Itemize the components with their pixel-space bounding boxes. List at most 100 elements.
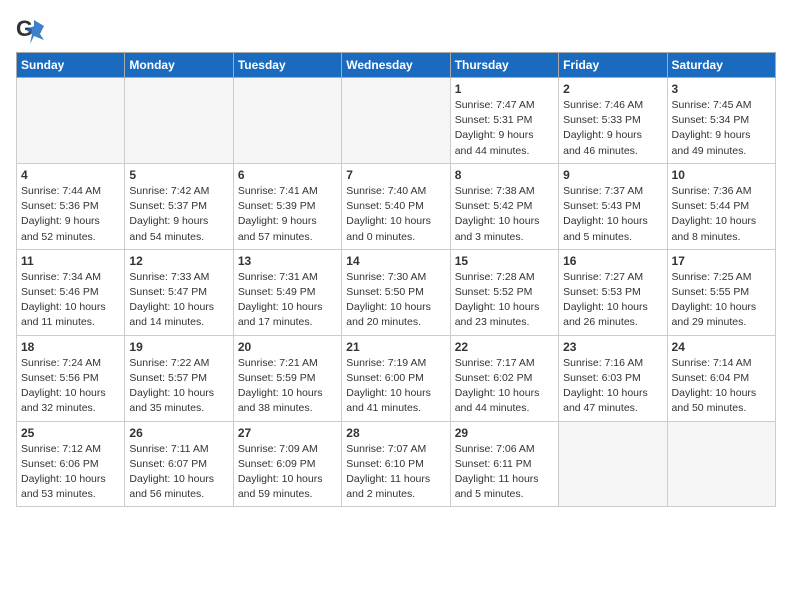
calendar-day-cell bbox=[233, 78, 341, 164]
calendar-day-cell: 16 Sunrise: 7:27 AMSunset: 5:53 PMDayligh… bbox=[559, 249, 667, 335]
calendar-table: SundayMondayTuesdayWednesdayThursdayFrid… bbox=[16, 52, 776, 507]
day-info: Sunrise: 7:41 AMSunset: 5:39 PMDaylight:… bbox=[238, 184, 337, 245]
day-info: Sunrise: 7:17 AMSunset: 6:02 PMDaylight:… bbox=[455, 356, 554, 417]
day-number: 1 bbox=[455, 82, 554, 96]
calendar-week-row: 11Sunrise: 7:34 AMSunset: 5:46 PMDayligh… bbox=[17, 249, 776, 335]
calendar-day-cell: 3 Sunrise: 7:45 AMSunset: 5:34 PMDaylight… bbox=[667, 78, 775, 164]
weekday-header: Sunday bbox=[17, 53, 125, 78]
calendar-day-cell: 21 Sunrise: 7:19 AMSunset: 6:00 PMDayligh… bbox=[342, 335, 450, 421]
day-number: 9 bbox=[563, 168, 662, 182]
day-number: 10 bbox=[672, 168, 771, 182]
calendar-day-cell: 7Sunrise: 7:40 AMSunset: 5:40 PMDaylight… bbox=[342, 163, 450, 249]
day-number: 8 bbox=[455, 168, 554, 182]
calendar-day-cell: 11Sunrise: 7:34 AMSunset: 5:46 PMDayligh… bbox=[17, 249, 125, 335]
day-info: Sunrise: 7:38 AMSunset: 5:42 PMDaylight:… bbox=[455, 184, 554, 245]
calendar-day-cell: 1 Sunrise: 7:47 AMSunset: 5:31 PMDaylight… bbox=[450, 78, 558, 164]
day-info: Sunrise: 7:21 AMSunset: 5:59 PMDaylight:… bbox=[238, 356, 337, 417]
calendar-day-cell bbox=[342, 78, 450, 164]
day-info: Sunrise: 7:30 AMSunset: 5:50 PMDaylight:… bbox=[346, 270, 445, 331]
day-number: 24 bbox=[672, 340, 771, 354]
calendar-day-cell: 26Sunrise: 7:11 AMSunset: 6:07 PMDayligh… bbox=[125, 421, 233, 507]
day-info: Sunrise: 7:31 AMSunset: 5:49 PMDaylight:… bbox=[238, 270, 337, 331]
day-number: 18 bbox=[21, 340, 120, 354]
day-info: Sunrise: 7:14 AMSunset: 6:04 PMDaylight:… bbox=[672, 356, 771, 417]
day-number: 12 bbox=[129, 254, 228, 268]
weekday-header: Saturday bbox=[667, 53, 775, 78]
day-info: Sunrise: 7:27 AMSunset: 5:53 PMDaylight:… bbox=[563, 270, 662, 331]
day-info: Sunrise: 7:28 AMSunset: 5:52 PMDaylight:… bbox=[455, 270, 554, 331]
day-info: Sunrise: 7:45 AMSunset: 5:34 PMDaylight:… bbox=[672, 98, 771, 159]
weekday-header: Monday bbox=[125, 53, 233, 78]
day-number: 2 bbox=[563, 82, 662, 96]
day-number: 15 bbox=[455, 254, 554, 268]
calendar-day-cell: 15 Sunrise: 7:28 AMSunset: 5:52 PMDayligh… bbox=[450, 249, 558, 335]
day-info: Sunrise: 7:47 AMSunset: 5:31 PMDaylight:… bbox=[455, 98, 554, 159]
calendar-day-cell: 14Sunrise: 7:30 AMSunset: 5:50 PMDayligh… bbox=[342, 249, 450, 335]
calendar-day-cell: 28 Sunrise: 7:07 AMSunset: 6:10 PMDayligh… bbox=[342, 421, 450, 507]
logo: G bbox=[16, 16, 50, 44]
weekday-header: Wednesday bbox=[342, 53, 450, 78]
calendar-day-cell bbox=[125, 78, 233, 164]
day-number: 21 bbox=[346, 340, 445, 354]
day-number: 6 bbox=[238, 168, 337, 182]
calendar-day-cell: 20Sunrise: 7:21 AMSunset: 5:59 PMDayligh… bbox=[233, 335, 341, 421]
day-number: 23 bbox=[563, 340, 662, 354]
calendar-day-cell bbox=[667, 421, 775, 507]
day-info: Sunrise: 7:42 AMSunset: 5:37 PMDaylight:… bbox=[129, 184, 228, 245]
day-info: Sunrise: 7:46 AMSunset: 5:33 PMDaylight:… bbox=[563, 98, 662, 159]
day-info: Sunrise: 7:12 AMSunset: 6:06 PMDaylight:… bbox=[21, 442, 120, 503]
calendar-day-cell: 9 Sunrise: 7:37 AMSunset: 5:43 PMDaylight… bbox=[559, 163, 667, 249]
day-info: Sunrise: 7:37 AMSunset: 5:43 PMDaylight:… bbox=[563, 184, 662, 245]
calendar-day-cell: 10 Sunrise: 7:36 AMSunset: 5:44 PMDayligh… bbox=[667, 163, 775, 249]
day-number: 3 bbox=[672, 82, 771, 96]
calendar-week-row: 25 Sunrise: 7:12 AMSunset: 6:06 PMDayligh… bbox=[17, 421, 776, 507]
day-number: 13 bbox=[238, 254, 337, 268]
day-info: Sunrise: 7:06 AMSunset: 6:11 PMDaylight:… bbox=[455, 442, 554, 503]
day-info: Sunrise: 7:07 AMSunset: 6:10 PMDaylight:… bbox=[346, 442, 445, 503]
calendar-week-row: 1 Sunrise: 7:47 AMSunset: 5:31 PMDaylight… bbox=[17, 78, 776, 164]
day-number: 19 bbox=[129, 340, 228, 354]
calendar-day-cell: 24 Sunrise: 7:14 AMSunset: 6:04 PMDayligh… bbox=[667, 335, 775, 421]
day-number: 28 bbox=[346, 426, 445, 440]
day-info: Sunrise: 7:33 AMSunset: 5:47 PMDaylight:… bbox=[129, 270, 228, 331]
day-info: Sunrise: 7:44 AMSunset: 5:36 PMDaylight:… bbox=[21, 184, 120, 245]
day-info: Sunrise: 7:36 AMSunset: 5:44 PMDaylight:… bbox=[672, 184, 771, 245]
weekday-header: Tuesday bbox=[233, 53, 341, 78]
day-info: Sunrise: 7:24 AMSunset: 5:56 PMDaylight:… bbox=[21, 356, 120, 417]
day-info: Sunrise: 7:25 AMSunset: 5:55 PMDaylight:… bbox=[672, 270, 771, 331]
weekday-header: Friday bbox=[559, 53, 667, 78]
day-number: 25 bbox=[21, 426, 120, 440]
day-number: 27 bbox=[238, 426, 337, 440]
calendar-day-cell: 19 Sunrise: 7:22 AMSunset: 5:57 PMDayligh… bbox=[125, 335, 233, 421]
day-info: Sunrise: 7:11 AMSunset: 6:07 PMDaylight:… bbox=[129, 442, 228, 503]
calendar-day-cell: 27 Sunrise: 7:09 AMSunset: 6:09 PMDayligh… bbox=[233, 421, 341, 507]
day-number: 5 bbox=[129, 168, 228, 182]
calendar-day-cell: 17 Sunrise: 7:25 AMSunset: 5:55 PMDayligh… bbox=[667, 249, 775, 335]
calendar-day-cell: 18 Sunrise: 7:24 AMSunset: 5:56 PMDayligh… bbox=[17, 335, 125, 421]
calendar-day-cell: 25 Sunrise: 7:12 AMSunset: 6:06 PMDayligh… bbox=[17, 421, 125, 507]
calendar-day-cell: 8 Sunrise: 7:38 AMSunset: 5:42 PMDaylight… bbox=[450, 163, 558, 249]
day-number: 11 bbox=[21, 254, 120, 268]
day-number: 17 bbox=[672, 254, 771, 268]
calendar-day-cell: 29 Sunrise: 7:06 AMSunset: 6:11 PMDayligh… bbox=[450, 421, 558, 507]
header: G bbox=[16, 16, 776, 44]
calendar-day-cell: 23 Sunrise: 7:16 AMSunset: 6:03 PMDayligh… bbox=[559, 335, 667, 421]
logo-icon: G bbox=[16, 16, 44, 44]
day-info: Sunrise: 7:40 AMSunset: 5:40 PMDaylight:… bbox=[346, 184, 445, 245]
calendar-day-cell: 6 Sunrise: 7:41 AMSunset: 5:39 PMDaylight… bbox=[233, 163, 341, 249]
calendar-day-cell: 22 Sunrise: 7:17 AMSunset: 6:02 PMDayligh… bbox=[450, 335, 558, 421]
day-number: 4 bbox=[21, 168, 120, 182]
calendar-week-row: 18 Sunrise: 7:24 AMSunset: 5:56 PMDayligh… bbox=[17, 335, 776, 421]
day-info: Sunrise: 7:09 AMSunset: 6:09 PMDaylight:… bbox=[238, 442, 337, 503]
weekday-header: Thursday bbox=[450, 53, 558, 78]
day-number: 29 bbox=[455, 426, 554, 440]
day-number: 16 bbox=[563, 254, 662, 268]
calendar-day-cell: 4 Sunrise: 7:44 AMSunset: 5:36 PMDaylight… bbox=[17, 163, 125, 249]
day-info: Sunrise: 7:22 AMSunset: 5:57 PMDaylight:… bbox=[129, 356, 228, 417]
day-info: Sunrise: 7:16 AMSunset: 6:03 PMDaylight:… bbox=[563, 356, 662, 417]
day-info: Sunrise: 7:19 AMSunset: 6:00 PMDaylight:… bbox=[346, 356, 445, 417]
day-number: 22 bbox=[455, 340, 554, 354]
calendar-day-cell: 2 Sunrise: 7:46 AMSunset: 5:33 PMDaylight… bbox=[559, 78, 667, 164]
calendar-day-cell bbox=[17, 78, 125, 164]
calendar-day-cell: 13 Sunrise: 7:31 AMSunset: 5:49 PMDayligh… bbox=[233, 249, 341, 335]
